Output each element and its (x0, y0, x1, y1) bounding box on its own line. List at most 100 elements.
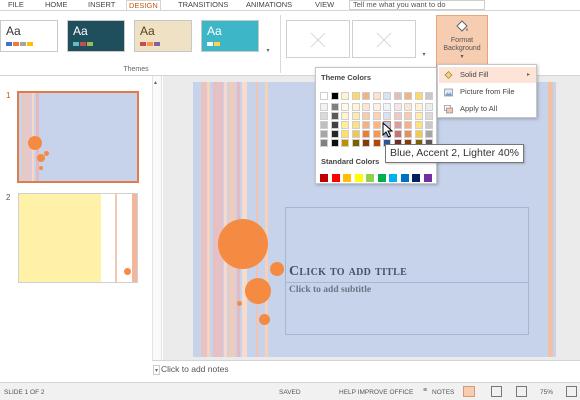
variant-thumb-1[interactable] (286, 20, 350, 58)
theme-color-swatch[interactable] (372, 139, 381, 147)
menu-item-picture-from-file[interactable]: Picture from File (439, 84, 536, 100)
theme-color-swatch[interactable] (414, 112, 423, 120)
theme-color-swatch[interactable] (330, 92, 339, 100)
theme-color-swatch[interactable] (404, 112, 412, 120)
theme-color-swatch[interactable] (341, 130, 349, 138)
tab-transitions[interactable]: TRANSITIONS (176, 0, 230, 10)
theme-thumb-wood[interactable]: Aa (134, 20, 192, 52)
standard-color-swatch[interactable] (366, 174, 374, 182)
tab-home[interactable]: HOME (43, 0, 70, 10)
reading-view-icon[interactable] (516, 386, 527, 397)
theme-color-swatch[interactable] (320, 121, 328, 129)
theme-color-swatch[interactable] (393, 121, 402, 129)
slide-sorter-icon[interactable] (491, 386, 502, 397)
theme-color-swatch[interactable] (330, 130, 339, 138)
theme-color-swatch[interactable] (330, 103, 339, 111)
theme-color-swatch[interactable] (393, 130, 402, 138)
theme-color-swatch[interactable] (404, 130, 412, 138)
tab-design[interactable]: DESIGN (126, 0, 161, 10)
theme-color-swatch[interactable] (372, 92, 381, 100)
theme-color-swatch[interactable] (425, 130, 433, 138)
tab-insert[interactable]: INSERT (86, 0, 117, 10)
theme-color-swatch[interactable] (372, 103, 381, 111)
tab-file[interactable]: FILE (6, 0, 26, 10)
theme-color-swatch[interactable] (393, 112, 402, 120)
standard-color-swatch[interactable] (400, 174, 409, 182)
theme-color-swatch[interactable] (351, 112, 360, 120)
tab-view[interactable]: VIEW (313, 0, 336, 10)
notes-pane[interactable]: ▾ Click to add notes (152, 360, 580, 382)
theme-color-swatch[interactable] (383, 112, 391, 120)
standard-color-swatch[interactable] (354, 174, 363, 182)
theme-color-swatch[interactable] (414, 130, 423, 138)
notes-collapse-icon[interactable]: ▾ (153, 365, 160, 375)
theme-color-swatch[interactable] (362, 103, 370, 111)
theme-color-swatch[interactable] (362, 121, 370, 129)
tab-animations[interactable]: ANIMATIONS (244, 0, 294, 10)
theme-color-swatch[interactable] (330, 139, 339, 147)
theme-thumb-dark-teal[interactable]: Aa (67, 20, 125, 52)
standard-color-swatch[interactable] (377, 174, 386, 182)
theme-color-swatch[interactable] (425, 92, 433, 100)
notes-button[interactable]: NOTES (432, 389, 454, 396)
theme-color-swatch[interactable] (341, 139, 349, 147)
theme-color-swatch[interactable] (372, 121, 381, 129)
theme-color-swatch[interactable] (404, 103, 412, 111)
menu-item-apply-to-all[interactable]: Apply to All (439, 101, 536, 117)
tell-me-input[interactable]: Tell me what you want to do (349, 0, 485, 10)
notes-placeholder[interactable]: Click to add notes (161, 364, 229, 374)
theme-color-swatch[interactable] (425, 121, 433, 129)
theme-color-swatch[interactable] (320, 130, 328, 138)
variants-more-button[interactable]: ▾ (420, 51, 428, 58)
theme-color-swatch[interactable] (351, 139, 360, 147)
theme-color-swatch[interactable] (351, 92, 360, 100)
theme-color-swatch[interactable] (362, 92, 370, 100)
theme-color-swatch[interactable] (393, 92, 402, 100)
theme-color-swatch[interactable] (320, 92, 328, 100)
theme-color-swatch[interactable] (341, 92, 349, 100)
standard-color-swatch[interactable] (343, 174, 351, 182)
pane-splitter[interactable]: ▴ ▾ (152, 76, 162, 382)
menu-item-solid-fill[interactable]: Solid Fill ▸ (439, 67, 536, 83)
variant-thumb-2[interactable] (352, 20, 416, 58)
scroll-up-icon[interactable]: ▴ (154, 79, 157, 86)
theme-color-swatch[interactable] (351, 130, 360, 138)
theme-color-swatch[interactable] (383, 92, 391, 100)
themes-more-button[interactable]: ▾ (264, 47, 272, 54)
theme-color-swatch[interactable] (425, 103, 433, 111)
theme-color-swatch[interactable] (414, 121, 423, 129)
theme-color-swatch[interactable] (372, 112, 381, 120)
theme-thumb-office[interactable]: Aa (0, 20, 58, 52)
standard-color-swatch[interactable] (320, 174, 328, 182)
theme-color-swatch[interactable] (351, 121, 360, 129)
theme-color-swatch[interactable] (341, 112, 349, 120)
slide-thumbnail-2[interactable] (18, 193, 138, 283)
theme-color-swatch[interactable] (362, 139, 370, 147)
standard-color-swatch[interactable] (412, 174, 420, 182)
fit-to-window-icon[interactable] (566, 386, 577, 397)
normal-view-icon[interactable] (463, 386, 475, 397)
slide-subtitle-placeholder[interactable]: Click to add subtitle (289, 285, 371, 295)
theme-thumb-teal[interactable]: Aa (201, 20, 259, 52)
theme-color-swatch[interactable] (320, 112, 328, 120)
theme-color-swatch[interactable] (320, 103, 328, 111)
theme-color-swatch[interactable] (320, 139, 328, 147)
slide-thumbnail-1[interactable] (17, 91, 139, 183)
theme-color-swatch[interactable] (393, 103, 402, 111)
theme-color-swatch[interactable] (341, 103, 349, 111)
theme-color-swatch[interactable] (414, 92, 423, 100)
theme-color-swatch[interactable] (383, 103, 391, 111)
theme-color-swatch[interactable] (404, 121, 412, 129)
theme-color-swatch[interactable] (362, 112, 370, 120)
theme-color-swatch[interactable] (330, 121, 339, 129)
theme-color-swatch[interactable] (404, 92, 412, 100)
theme-color-swatch[interactable] (362, 130, 370, 138)
standard-color-swatch[interactable] (389, 174, 397, 182)
notes-icon[interactable]: ≡ (423, 387, 427, 394)
zoom-level[interactable]: 75% (540, 389, 553, 396)
theme-color-swatch[interactable] (341, 121, 349, 129)
theme-color-swatch[interactable] (372, 130, 381, 138)
slide-title-placeholder[interactable]: Click to add title (289, 264, 407, 280)
standard-color-swatch[interactable] (331, 174, 340, 182)
theme-color-swatch[interactable] (330, 112, 339, 120)
